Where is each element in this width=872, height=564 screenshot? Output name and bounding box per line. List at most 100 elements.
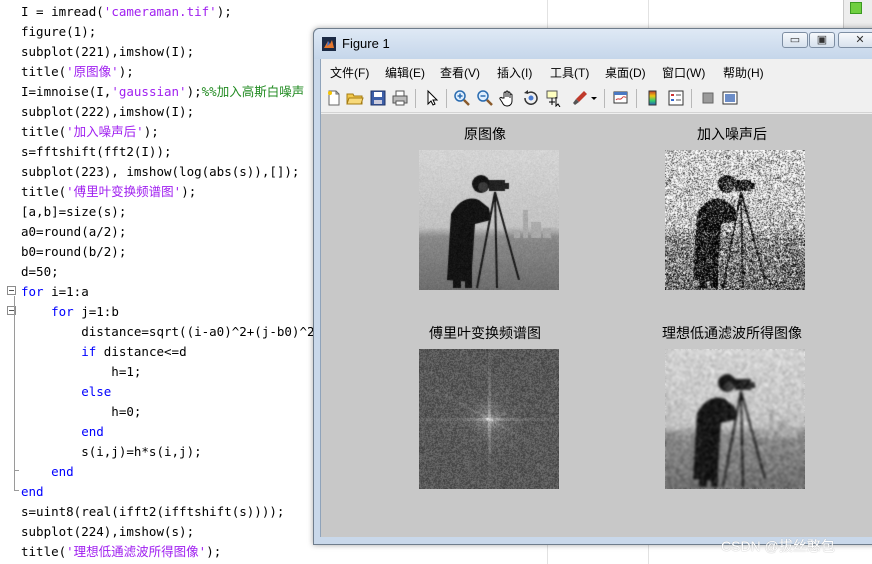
menu-window[interactable]: 窗口(W) — [662, 64, 705, 81]
code-line[interactable]: end — [21, 462, 74, 482]
minimize-button[interactable]: ▭ — [782, 32, 808, 48]
code-text: title( — [21, 184, 67, 199]
save-icon[interactable] — [369, 89, 387, 107]
brush-icon[interactable] — [571, 89, 589, 107]
code-text: j=1:b — [73, 304, 119, 319]
code-line[interactable]: I=imnoise(I,'gaussian');%%加入高斯白噪声 — [21, 82, 304, 102]
figure-title: Figure 1 — [342, 36, 390, 51]
code-keyword: end — [81, 424, 104, 439]
legend-icon[interactable] — [667, 89, 685, 107]
menu-insert[interactable]: 插入(I) — [497, 64, 532, 81]
code-text: ); — [206, 544, 222, 559]
figure-titlebar[interactable]: Figure 1 ▭ ▣ ✕ — [314, 29, 872, 59]
menu-view[interactable]: 查看(V) — [440, 64, 480, 81]
show-plot-tools-icon[interactable] — [721, 89, 739, 107]
code-line[interactable]: end — [21, 422, 104, 442]
code-line[interactable]: subplot(222),imshow(I); — [21, 102, 194, 122]
code-line[interactable]: if distance<=d — [21, 342, 187, 362]
code-line[interactable]: h=0; — [21, 402, 141, 422]
menu-edit[interactable]: 编辑(E) — [385, 64, 425, 81]
colorbar-icon[interactable] — [644, 89, 662, 107]
code-text: ); — [143, 124, 159, 139]
code-text: subplot(221),imshow(I); — [21, 44, 195, 59]
code-line[interactable]: h=1; — [21, 362, 141, 382]
code-line[interactable]: d=50; — [21, 262, 59, 282]
code-line[interactable]: else — [21, 382, 111, 402]
code-text: I = imread( — [21, 4, 104, 19]
code-keyword: if — [81, 344, 97, 359]
figure-window[interactable]: Figure 1 ▭ ▣ ✕ 文件(F) 编辑(E) 查看(V) 插入(I) 工… — [313, 28, 872, 545]
code-line[interactable]: distance=sqrt((i-a0)^2+(j-b0)^2); — [21, 322, 330, 342]
menu-desktop[interactable]: 桌面(D) — [605, 64, 646, 81]
menu-help[interactable]: 帮助(H) — [723, 64, 764, 81]
fold-toggle-icon[interactable] — [7, 286, 16, 295]
zoom-in-icon[interactable] — [453, 89, 471, 107]
code-text: h=0; — [21, 404, 142, 419]
code-line[interactable]: for j=1:b — [21, 302, 119, 322]
new-figure-icon[interactable] — [325, 89, 343, 107]
hide-plot-tools-icon[interactable] — [699, 89, 717, 107]
subplot-title-noisy: 加入噪声后 — [697, 126, 767, 142]
toolbar-separator — [446, 89, 447, 108]
code-text: [a,b]=size(s); — [21, 204, 127, 219]
link-plot-icon[interactable] — [612, 89, 630, 107]
print-icon[interactable] — [391, 89, 409, 107]
code-text: distance=sqrt((i-a0)^2+(j-b0)^2); — [21, 324, 330, 339]
toolbar-separator — [691, 89, 692, 108]
rotate-3d-icon[interactable] — [522, 89, 540, 107]
subplot-noisy-image[interactable] — [665, 150, 805, 290]
code-line[interactable]: b0=round(b/2); — [21, 242, 126, 262]
code-text: s=fftshift(fft2(I)); — [21, 144, 172, 159]
code-line[interactable]: s(i,j)=h*s(i,j); — [21, 442, 202, 462]
pointer-icon[interactable] — [423, 89, 441, 107]
code-line[interactable]: for i=1:a — [21, 282, 89, 302]
subplot-lowpass-image[interactable] — [665, 349, 805, 489]
subplot-title-original: 原图像 — [464, 126, 506, 142]
code-text: ); — [118, 64, 134, 79]
code-line[interactable]: subplot(223), imshow(log(abs(s)),[]); — [21, 162, 299, 182]
code-comment: %%加入高斯白噪声 — [201, 84, 305, 99]
code-line[interactable]: subplot(221),imshow(I); — [21, 42, 194, 62]
figure-toolbar — [321, 84, 872, 113]
code-string: '理想低通滤波所得图像' — [66, 544, 207, 559]
code-line[interactable]: end — [21, 482, 44, 502]
subplot-original-image[interactable] — [419, 150, 559, 290]
figure-canvas[interactable]: 原图像 加入噪声后 傅里叶变换频谱图 理想低通滤波所得图像 — [321, 114, 872, 537]
code-text: distance<=d — [96, 344, 187, 359]
open-file-icon[interactable] — [346, 89, 364, 107]
matlab-logo-icon — [322, 37, 336, 51]
close-button[interactable]: ✕ — [838, 32, 872, 48]
data-cursor-icon[interactable] — [545, 89, 563, 107]
code-line[interactable]: I = imread('cameraman.tif'); — [21, 2, 232, 22]
code-text: s(i,j)=h*s(i,j); — [21, 444, 202, 459]
code-text: h=1; — [21, 364, 142, 379]
code-line[interactable]: title('傅里叶变换频谱图'); — [21, 182, 196, 202]
editor-status-strip — [843, 0, 872, 30]
code-line[interactable]: s=fftshift(fft2(I)); — [21, 142, 172, 162]
restore-button[interactable]: ▣ — [809, 32, 835, 48]
subplot-spectrum-image[interactable] — [419, 349, 559, 489]
code-line[interactable]: figure(1); — [21, 22, 96, 42]
fold-guide-end — [14, 490, 19, 491]
code-text: i=1:a — [43, 284, 89, 299]
brush-dropdown-icon[interactable] — [590, 89, 598, 107]
code-string: '原图像' — [66, 64, 119, 79]
code-text: title( — [21, 64, 67, 79]
zoom-out-icon[interactable] — [476, 89, 494, 107]
code-line[interactable]: subplot(224),imshow(s); — [21, 522, 194, 542]
subplot-title-spectrum: 傅里叶变换频谱图 — [429, 325, 541, 341]
code-line[interactable]: [a,b]=size(s); — [21, 202, 126, 222]
code-line[interactable]: title('加入噪声后'); — [21, 122, 159, 142]
code-text: I=imnoise(I, — [21, 84, 112, 99]
menu-file[interactable]: 文件(F) — [330, 64, 369, 81]
code-text: figure(1); — [21, 24, 97, 39]
code-line[interactable]: a0=round(a/2); — [21, 222, 126, 242]
code-line[interactable]: title('理想低通滤波所得图像'); — [21, 542, 221, 562]
code-line[interactable]: s=uint8(real(ifft2(ifftshift(s)))); — [21, 502, 284, 522]
pan-icon[interactable] — [499, 89, 517, 107]
menu-tools[interactable]: 工具(T) — [550, 64, 589, 81]
code-line[interactable]: title('原图像'); — [21, 62, 134, 82]
